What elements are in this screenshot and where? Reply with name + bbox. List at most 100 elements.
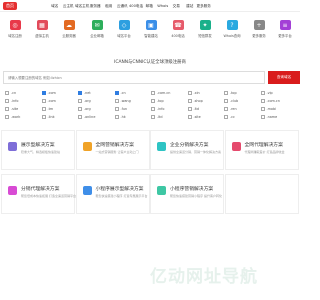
service-more-platform[interactable]: ≡ 更多平台	[274, 16, 296, 38]
checkbox[interactable]	[187, 99, 192, 103]
service-domain-register[interactable]: ◎ 域名注册	[4, 16, 26, 38]
checkbox[interactable]	[78, 107, 82, 111]
solution-card[interactable]: 企业分销解决方案 提供全渠道分销、营销一体化解决方案	[150, 130, 224, 170]
service-smart-site[interactable]: ▣ 智能建站	[140, 16, 162, 38]
service-enterprise-mail[interactable]: ✉ 企业邮箱	[86, 16, 108, 38]
solution-card[interactable]: 全网营销解决方案 一站式营销服务 让客户主动上门	[75, 130, 150, 170]
tld-option[interactable]: .name	[260, 115, 277, 119]
nav-item-site[interactable]: 建站	[183, 0, 197, 12]
checkbox[interactable]	[260, 91, 265, 95]
nav-item-400[interactable]: 400电话	[129, 0, 143, 12]
nav-item-rental[interactable]: 租用	[102, 0, 116, 12]
tld-option[interactable]: .work	[5, 115, 20, 119]
tld-option[interactable]: .info	[5, 99, 18, 103]
tld-option[interactable]: .site	[5, 107, 18, 111]
tld-option[interactable]: .com	[41, 91, 56, 95]
checkbox[interactable]	[224, 91, 228, 95]
checkbox[interactable]	[41, 115, 46, 119]
search-domain-button[interactable]: 查询域名	[268, 71, 300, 84]
checkbox[interactable]	[114, 115, 119, 119]
tld-option[interactable]: .ltd	[187, 107, 199, 111]
solution-card[interactable]: 小程序营销解决方案 帮您快速搭建营销小程序 提升客户转化	[150, 174, 224, 214]
solution-desc: 帮您低成本快速拓展 打造全渠道营销平台	[21, 194, 76, 198]
tld-option[interactable]: .com.cn	[260, 99, 280, 103]
tld-option[interactable]: .top	[151, 99, 164, 103]
tld-option[interactable]: .xin	[187, 91, 200, 95]
solution-card[interactable]: 分销代理解决方案 帮您低成本快速拓展 打造全渠道营销平台	[1, 174, 76, 214]
checkbox[interactable]	[187, 107, 192, 111]
tld-option[interactable]: .cn	[114, 91, 126, 95]
tld-option[interactable]: .org	[78, 99, 91, 103]
tld-option[interactable]: .link	[41, 115, 55, 119]
tld-option[interactable]: .mobi	[260, 107, 276, 111]
nav-item-server[interactable]: 服务器	[89, 0, 103, 12]
nav-item-trade[interactable]: 交易	[170, 0, 184, 12]
checkbox[interactable]	[224, 107, 228, 111]
solution-card[interactable]: 全网代理解决方案 代理商赚取差价 打造品牌收益	[224, 130, 299, 170]
checkbox[interactable]	[41, 107, 46, 111]
checkbox[interactable]	[114, 107, 119, 111]
checkbox[interactable]	[41, 99, 46, 103]
nav-item-cloud-host[interactable]: 云主机	[62, 0, 76, 12]
checkbox[interactable]	[151, 107, 155, 111]
service-more[interactable]: + 更多服务	[248, 16, 270, 38]
checkbox[interactable]	[260, 107, 265, 111]
checkbox[interactable]	[78, 115, 82, 119]
solution-card[interactable]: 小程序展示型解决方案 帮您快速搭建小程序 打造专属展示平台	[75, 174, 150, 214]
nav-item-cloud-comm[interactable]: 云通讯	[116, 0, 130, 12]
tld-option[interactable]: .vip	[260, 91, 273, 95]
service-400-phone[interactable]: ☎ 400电话	[167, 16, 189, 38]
checkbox[interactable]	[224, 115, 228, 119]
nav-item-whois[interactable]: Whois	[156, 0, 170, 12]
nav-item-more[interactable]: 更多服务	[197, 0, 211, 12]
checkbox[interactable]	[114, 91, 119, 95]
service-whois[interactable]: ? Whois查询	[221, 16, 243, 38]
tld-option[interactable]: .tm	[41, 107, 53, 111]
nav-item-domain[interactable]: 域名	[48, 0, 62, 12]
service-cloud-server[interactable]: ☁ 云服务器	[58, 16, 80, 38]
tld-option[interactable]: .site	[187, 115, 201, 119]
tld-option[interactable]: .ren	[224, 107, 237, 111]
tld-option[interactable]: .cn	[5, 91, 16, 95]
checkbox[interactable]	[151, 99, 155, 103]
tld-option[interactable]: .info	[151, 107, 164, 111]
checkbox[interactable]	[5, 115, 9, 119]
checkbox[interactable]	[78, 99, 82, 103]
tld-option[interactable]: .org	[78, 107, 91, 111]
service-label: 更多服务	[252, 34, 266, 38]
checkbox[interactable]	[224, 99, 228, 103]
nav-item-domain-host[interactable]: 域名主机	[75, 0, 89, 12]
tld-option[interactable]: .top	[224, 91, 237, 95]
tld-option[interactable]: .online	[78, 115, 95, 119]
tld-option[interactable]: .cc	[224, 115, 235, 119]
checkbox[interactable]	[5, 91, 9, 95]
checkbox[interactable]	[5, 99, 9, 103]
checkbox[interactable]	[187, 91, 192, 95]
nav-item-mail[interactable]: 邮箱	[143, 0, 157, 12]
tld-option[interactable]: .club	[224, 99, 238, 103]
tld-option[interactable]: .fun	[114, 107, 127, 111]
checkbox[interactable]	[260, 115, 265, 119]
tld-option[interactable]: .shop	[187, 99, 203, 103]
solution-title: 展示型解决方案	[21, 143, 55, 148]
tld-option[interactable]: .com	[41, 99, 56, 103]
tld-option[interactable]: .ltd	[151, 115, 163, 119]
tld-option[interactable]: .hk	[114, 115, 126, 119]
tld-option[interactable]: .wang	[114, 99, 131, 103]
service-virtual-host[interactable]: ▦ 虚拟主机	[31, 16, 53, 38]
checkbox[interactable]	[5, 107, 9, 111]
tld-option[interactable]: .net	[78, 91, 91, 95]
checkbox[interactable]	[114, 99, 119, 103]
service-sms[interactable]: ✦ 短信群发	[194, 16, 216, 38]
checkbox[interactable]	[41, 91, 46, 95]
logo-badge[interactable]: 首页	[3, 2, 17, 10]
service-domain-platform[interactable]: ◇ 域名平台	[113, 16, 135, 38]
domain-search-input[interactable]	[3, 71, 265, 84]
solution-card[interactable]: 展示型解决方案 稳重大气、精选模板快速建站	[1, 130, 75, 170]
checkbox[interactable]	[151, 115, 155, 119]
checkbox[interactable]	[260, 99, 265, 103]
checkbox[interactable]	[151, 91, 155, 95]
checkbox[interactable]	[187, 115, 192, 119]
tld-option[interactable]: .com.cn	[151, 91, 170, 95]
checkbox[interactable]	[78, 91, 82, 95]
